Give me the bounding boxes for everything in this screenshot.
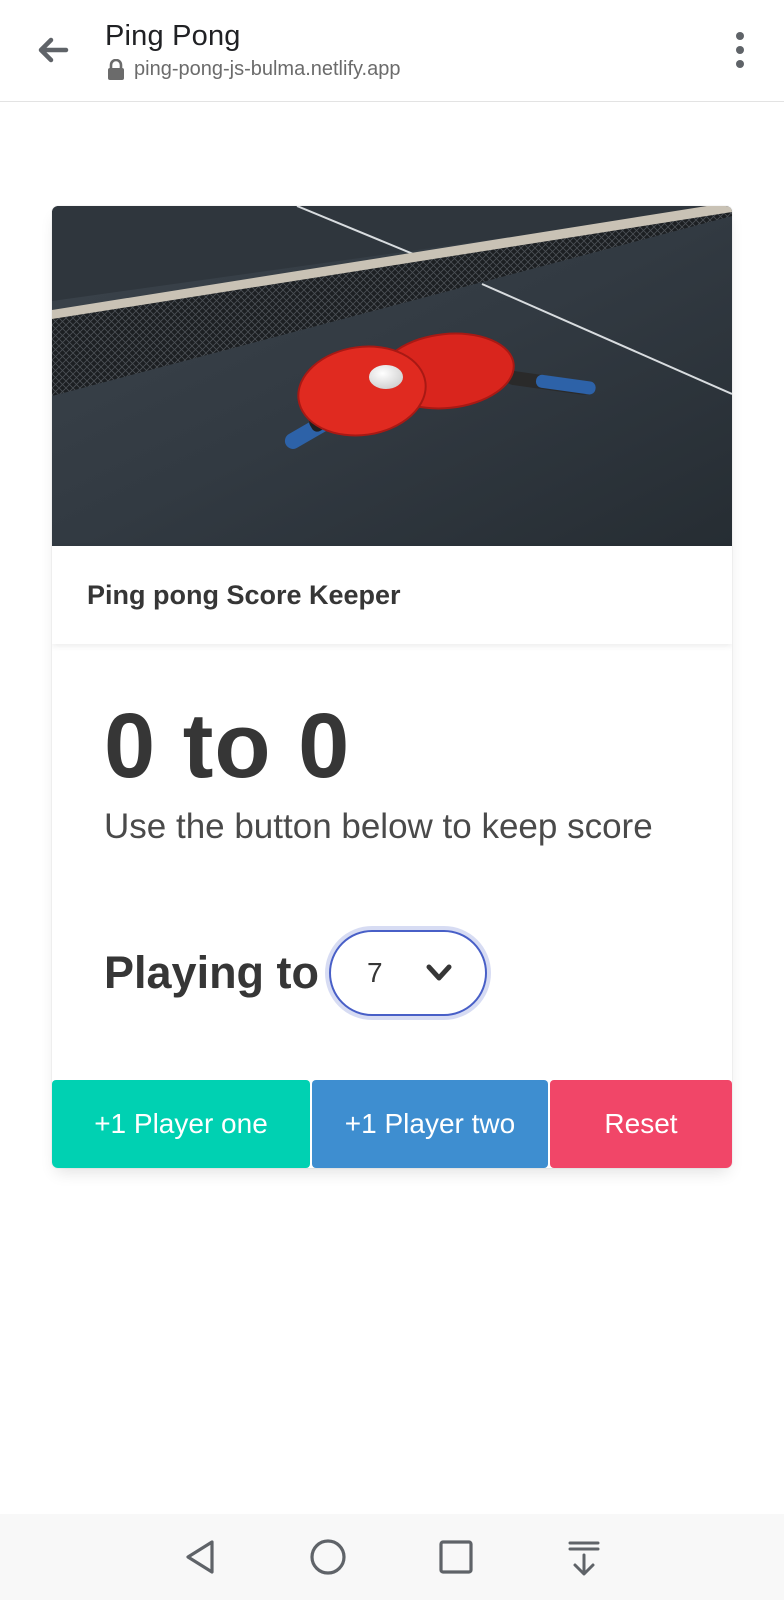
more-menu-button[interactable] [730,28,750,72]
nav-home-button[interactable] [300,1529,356,1585]
home-circle-icon [310,1539,346,1575]
playing-to-label: Playing to [104,947,320,998]
chevron-down-icon [426,964,452,981]
more-vertical-icon [736,32,744,40]
card-image [52,206,732,546]
more-vertical-icon-dot [736,60,744,68]
notification-pull-icon [568,1541,600,1576]
score-instructions: Use the button below to keep score [104,807,653,846]
select-value: 7 [367,957,383,988]
url-bar[interactable]: ping-pong-js-bulma.netlify.app [106,58,400,81]
card-header-title: Ping pong Score Keeper [87,579,401,610]
nav-recents-button[interactable] [428,1529,484,1585]
winning-score-select[interactable]: 7 [329,930,488,1016]
score-keeper-card: Ping pong Score Keeper 0 to 0 Use the bu… [52,206,732,1168]
page-title: Ping Pong [105,20,241,52]
ping-pong-photo [52,206,732,546]
player-two-button[interactable]: +1 Player two [312,1080,548,1168]
lock-icon [108,58,124,80]
recents-square-icon [439,1540,473,1574]
arrow-left-icon [38,37,69,63]
score-display: 0 to 0 [104,695,351,797]
nav-notifications-button[interactable] [556,1529,612,1585]
reset-button[interactable]: Reset [550,1080,732,1168]
back-triangle-icon [186,1540,214,1574]
android-navigation-bar [0,1514,784,1600]
card-footer: +1 Player one +1 Player two Reset [52,1080,732,1168]
browser-toolbar: Ping Pong ping-pong-js-bulma.netlify.app [0,0,784,102]
url-text: ping-pong-js-bulma.netlify.app [134,58,401,80]
player-one-button[interactable]: +1 Player one [52,1080,310,1168]
nav-back-button[interactable] [172,1529,228,1585]
playing-to-row: Playing to 7 [104,930,488,1016]
more-vertical-icon-dot [736,46,744,54]
card-header: Ping pong Score Keeper [52,546,732,644]
back-button[interactable] [28,26,76,74]
